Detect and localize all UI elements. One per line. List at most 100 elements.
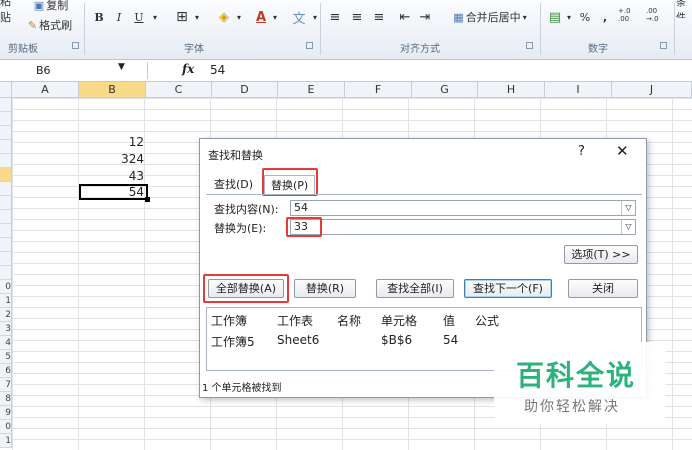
find-all-button[interactable]: 查找全部(I) (376, 279, 454, 298)
column-header-g[interactable]: G (412, 82, 478, 98)
phonetic-guide-icon[interactable]: 文 (288, 8, 310, 27)
column-header-c[interactable]: C (146, 82, 212, 98)
result-value[interactable]: 54 (443, 333, 458, 347)
replace-all-button[interactable]: 全部替换(A) (208, 279, 284, 298)
row-header[interactable]: 1 (0, 294, 12, 308)
row-header[interactable] (0, 98, 12, 112)
borders-icon[interactable]: ⊞ (172, 8, 192, 26)
column-header-f[interactable]: F (345, 82, 412, 98)
row-header[interactable]: 7 (0, 378, 12, 392)
font-color-icon[interactable]: A (252, 8, 270, 26)
help-icon[interactable]: ? (578, 144, 585, 159)
row-header[interactable]: 4 (0, 336, 12, 350)
row-header[interactable] (0, 154, 12, 168)
font-launcher[interactable] (306, 42, 313, 49)
underline-button[interactable]: U (132, 8, 146, 26)
results-header-cell[interactable]: 单元格 (381, 312, 417, 329)
merge-center-button[interactable]: ▦ 合并后居中 ▾ (446, 8, 534, 26)
row-header[interactable]: 9 (0, 406, 12, 420)
result-cell[interactable]: $B$6 (381, 333, 412, 347)
bold-button[interactable]: B (92, 8, 106, 26)
results-header-formula[interactable]: 公式 (475, 312, 499, 329)
increase-decimal-button[interactable]: +.0 .00 (618, 6, 642, 24)
results-header-name[interactable]: 名称 (337, 312, 361, 329)
comma-button[interactable]: , (600, 8, 610, 26)
clipboard-launcher[interactable] (72, 42, 79, 49)
column-header-b[interactable]: B (79, 82, 146, 98)
row-header[interactable] (0, 182, 12, 196)
borders-dropdown-icon[interactable]: ▾ (192, 8, 202, 26)
percent-button[interactable]: % (578, 8, 592, 26)
fill-color-dropdown-icon[interactable]: ▾ (234, 8, 244, 26)
row-header[interactable]: 3 (0, 322, 12, 336)
accounting-dropdown-icon[interactable]: ▾ (564, 8, 574, 26)
tab-find[interactable]: 查找(D) (208, 175, 259, 195)
row-header[interactable] (0, 196, 12, 210)
row-header[interactable] (0, 112, 12, 126)
find-what-dropdown-icon[interactable]: ▽ (621, 201, 635, 215)
column-header-j[interactable]: J (612, 82, 692, 98)
cell-b4[interactable]: 324 (80, 153, 144, 166)
results-header-value[interactable]: 值 (443, 312, 455, 329)
alignment-launcher[interactable] (526, 42, 533, 49)
find-what-input[interactable]: 54 ▽ (290, 200, 636, 216)
align-left-icon[interactable]: ≡ (326, 8, 344, 26)
column-header-a[interactable]: A (12, 82, 79, 98)
options-button[interactable]: 选项(T) >> (564, 245, 638, 264)
insert-function-icon[interactable]: fx (182, 62, 194, 76)
row-header[interactable]: 6 (0, 364, 12, 378)
column-header-d[interactable]: D (212, 82, 278, 98)
paste-button[interactable]: 粘贴 (0, 0, 20, 24)
replace-button[interactable]: 替换(R) (294, 279, 356, 298)
column-header-h[interactable]: H (478, 82, 545, 98)
phonetic-dropdown-icon[interactable]: ▾ (310, 8, 320, 26)
fill-color-icon[interactable]: ◈ (214, 8, 234, 26)
decrease-decimal-button[interactable]: .00 →.0 (646, 6, 670, 24)
underline-dropdown-icon[interactable]: ▾ (150, 8, 160, 26)
row-header[interactable]: 5 (0, 350, 12, 364)
tab-replace[interactable]: 替换(P) (264, 175, 316, 195)
row-header[interactable] (0, 126, 12, 140)
row-header[interactable]: 8 (0, 392, 12, 406)
formula-input[interactable]: 54 (210, 63, 225, 77)
decrease-indent-icon[interactable]: ⇤ (396, 8, 414, 26)
conditional-format-button[interactable]: 条件 (676, 0, 692, 18)
format-painter-button[interactable]: ✎ 格式刷 (20, 16, 80, 34)
font-color-dropdown-icon[interactable]: ▾ (270, 8, 280, 26)
cell-b5[interactable]: 43 (80, 170, 144, 183)
column-header-i[interactable]: I (545, 82, 612, 98)
row-header[interactable]: 1 (0, 434, 12, 448)
close-icon[interactable]: ✕ (616, 142, 629, 160)
align-center-icon[interactable]: ≡ (348, 8, 366, 26)
row-header[interactable]: 2 (0, 308, 12, 322)
results-header-workbook[interactable]: 工作簿 (211, 312, 247, 329)
accounting-format-icon[interactable]: ▤ (546, 8, 564, 26)
name-box[interactable]: B6 (0, 62, 148, 79)
row-header[interactable] (0, 266, 12, 280)
row-header[interactable] (0, 238, 12, 252)
column-header-e[interactable]: E (278, 82, 345, 98)
find-next-button[interactable]: 查找下一个(F) (464, 279, 552, 298)
result-workbook[interactable]: 工作簿5 (211, 333, 255, 350)
row-header[interactable] (0, 210, 12, 224)
row-header[interactable]: 0 (0, 280, 12, 294)
row-header[interactable] (0, 140, 12, 154)
row-header[interactable] (0, 252, 12, 266)
align-right-icon[interactable]: ≡ (370, 8, 388, 26)
row-header[interactable]: 0 (0, 420, 12, 434)
italic-button[interactable]: I (112, 8, 126, 26)
replace-with-dropdown-icon[interactable]: ▽ (621, 220, 635, 234)
row-header[interactable] (0, 168, 12, 182)
result-sheet[interactable]: Sheet6 (277, 333, 319, 347)
format-painter-icon: ✎ (27, 18, 38, 32)
copy-button[interactable]: ▣ 复制 (26, 0, 76, 14)
name-box-dropdown-icon[interactable]: ▼ (118, 62, 125, 72)
close-button[interactable]: 关闭 (568, 279, 638, 298)
replace-with-input[interactable]: 33 ▽ (290, 219, 636, 235)
row-header[interactable] (0, 224, 12, 238)
number-launcher[interactable] (660, 42, 667, 49)
cell-b3[interactable]: 12 (80, 136, 144, 149)
select-all-corner[interactable] (0, 82, 12, 98)
increase-indent-icon[interactable]: ⇥ (416, 8, 434, 26)
results-header-sheet[interactable]: 工作表 (277, 312, 313, 329)
